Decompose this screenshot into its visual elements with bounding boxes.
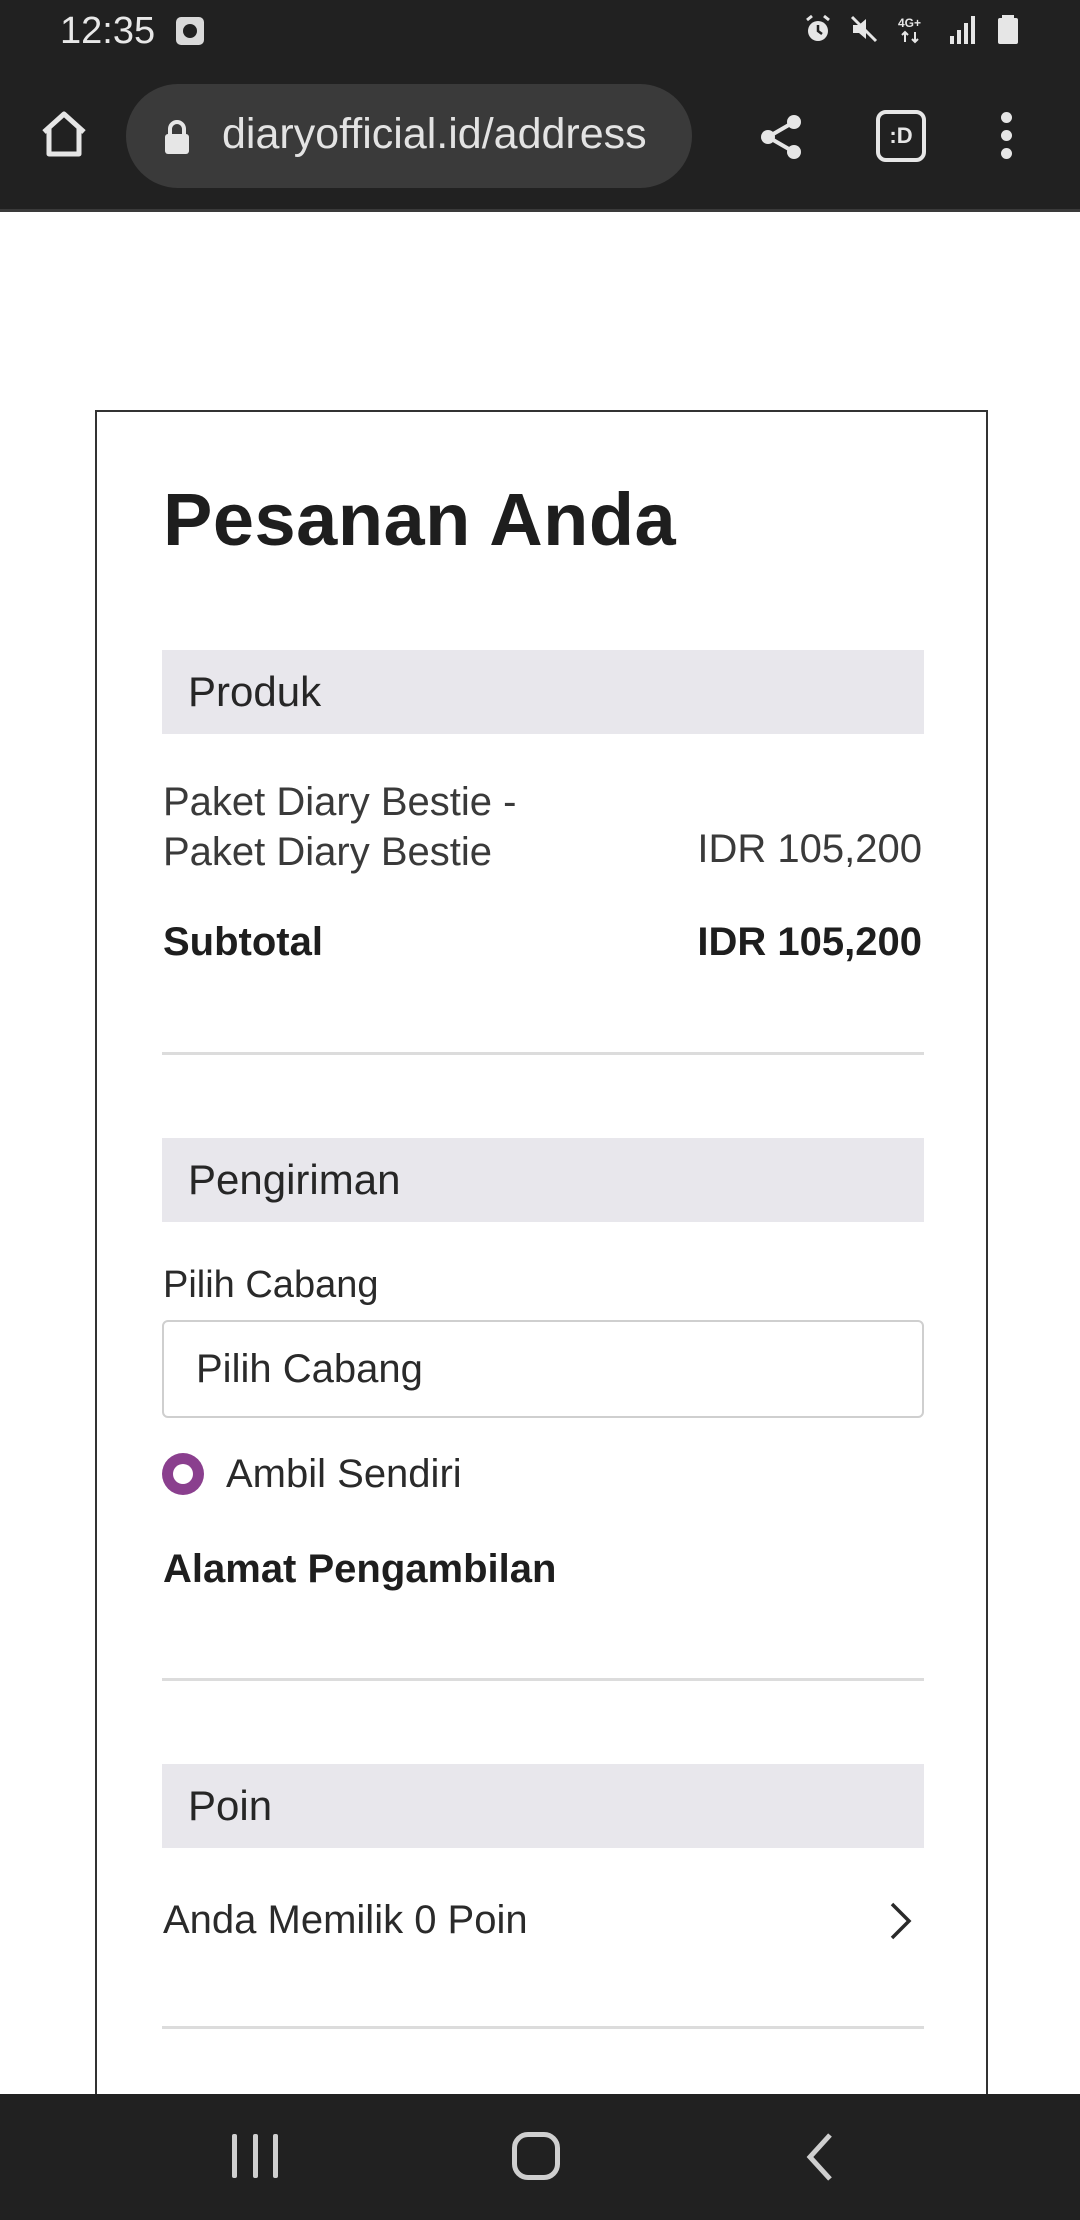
home-icon[interactable] xyxy=(36,106,92,162)
order-card: Pesanan Anda Produk Paket Diary Bestie -… xyxy=(95,410,988,2120)
page-title: Pesanan Anda xyxy=(163,478,677,561)
points-section-header: Poin xyxy=(162,1764,924,1848)
product-price: IDR 105,200 xyxy=(697,827,922,871)
status-time: 12:35 xyxy=(60,10,156,52)
system-nav-bar xyxy=(0,2094,1080,2220)
branch-select[interactable]: Pilih Cabang xyxy=(162,1320,924,1418)
status-bar: 12:35 4G+ xyxy=(0,0,1080,64)
share-icon[interactable] xyxy=(756,112,806,162)
divider xyxy=(162,1052,924,1055)
pickup-option[interactable]: Ambil Sendiri xyxy=(162,1449,462,1499)
product-name-line1: Paket Diary Bestie - xyxy=(163,780,517,824)
pickup-radio[interactable] xyxy=(162,1453,204,1495)
product-section-header: Produk xyxy=(162,650,924,734)
back-icon[interactable] xyxy=(800,2130,840,2184)
mute-icon xyxy=(850,15,878,43)
signal-icon xyxy=(950,16,975,44)
divider xyxy=(162,2026,924,2029)
points-text: Anda Memilik 0 Poin xyxy=(163,1898,528,1942)
address-bar[interactable]: diaryofficial.id/address xyxy=(126,84,692,188)
recents-icon[interactable] xyxy=(232,2134,278,2178)
subtotal-value: IDR 105,200 xyxy=(697,920,922,964)
4g-label: 4G+ xyxy=(898,16,921,30)
pickup-option-label: Ambil Sendiri xyxy=(226,1451,462,1496)
pickup-address-heading: Alamat Pengambilan xyxy=(163,1547,557,1591)
shipping-section-header: Pengiriman xyxy=(162,1138,924,1222)
more-menu-icon[interactable] xyxy=(994,112,1018,162)
alarm-icon xyxy=(806,14,830,41)
media-icon xyxy=(176,17,204,45)
chevron-right-icon[interactable] xyxy=(886,1900,916,1942)
url-text[interactable]: diaryofficial.id/address xyxy=(222,110,672,159)
product-name-line2: Paket Diary Bestie xyxy=(163,830,493,874)
points-row[interactable]: Anda Memilik 0 Poin xyxy=(162,1892,924,1952)
battery-icon xyxy=(998,15,1018,44)
status-icons: 4G+ xyxy=(804,14,1022,44)
browser-toolbar: diaryofficial.id/address :D xyxy=(0,64,1080,212)
tab-switcher-button[interactable]: :D xyxy=(876,110,926,162)
divider xyxy=(162,1678,924,1681)
subtotal-label: Subtotal xyxy=(163,920,323,964)
branch-label: Pilih Cabang xyxy=(163,1264,379,1306)
4g-icon: 4G+ xyxy=(898,16,921,44)
home-button-icon[interactable] xyxy=(512,2132,560,2180)
lock-icon xyxy=(165,120,189,154)
product-name: Paket Diary Bestie - Paket Diary Bestie xyxy=(163,777,516,877)
